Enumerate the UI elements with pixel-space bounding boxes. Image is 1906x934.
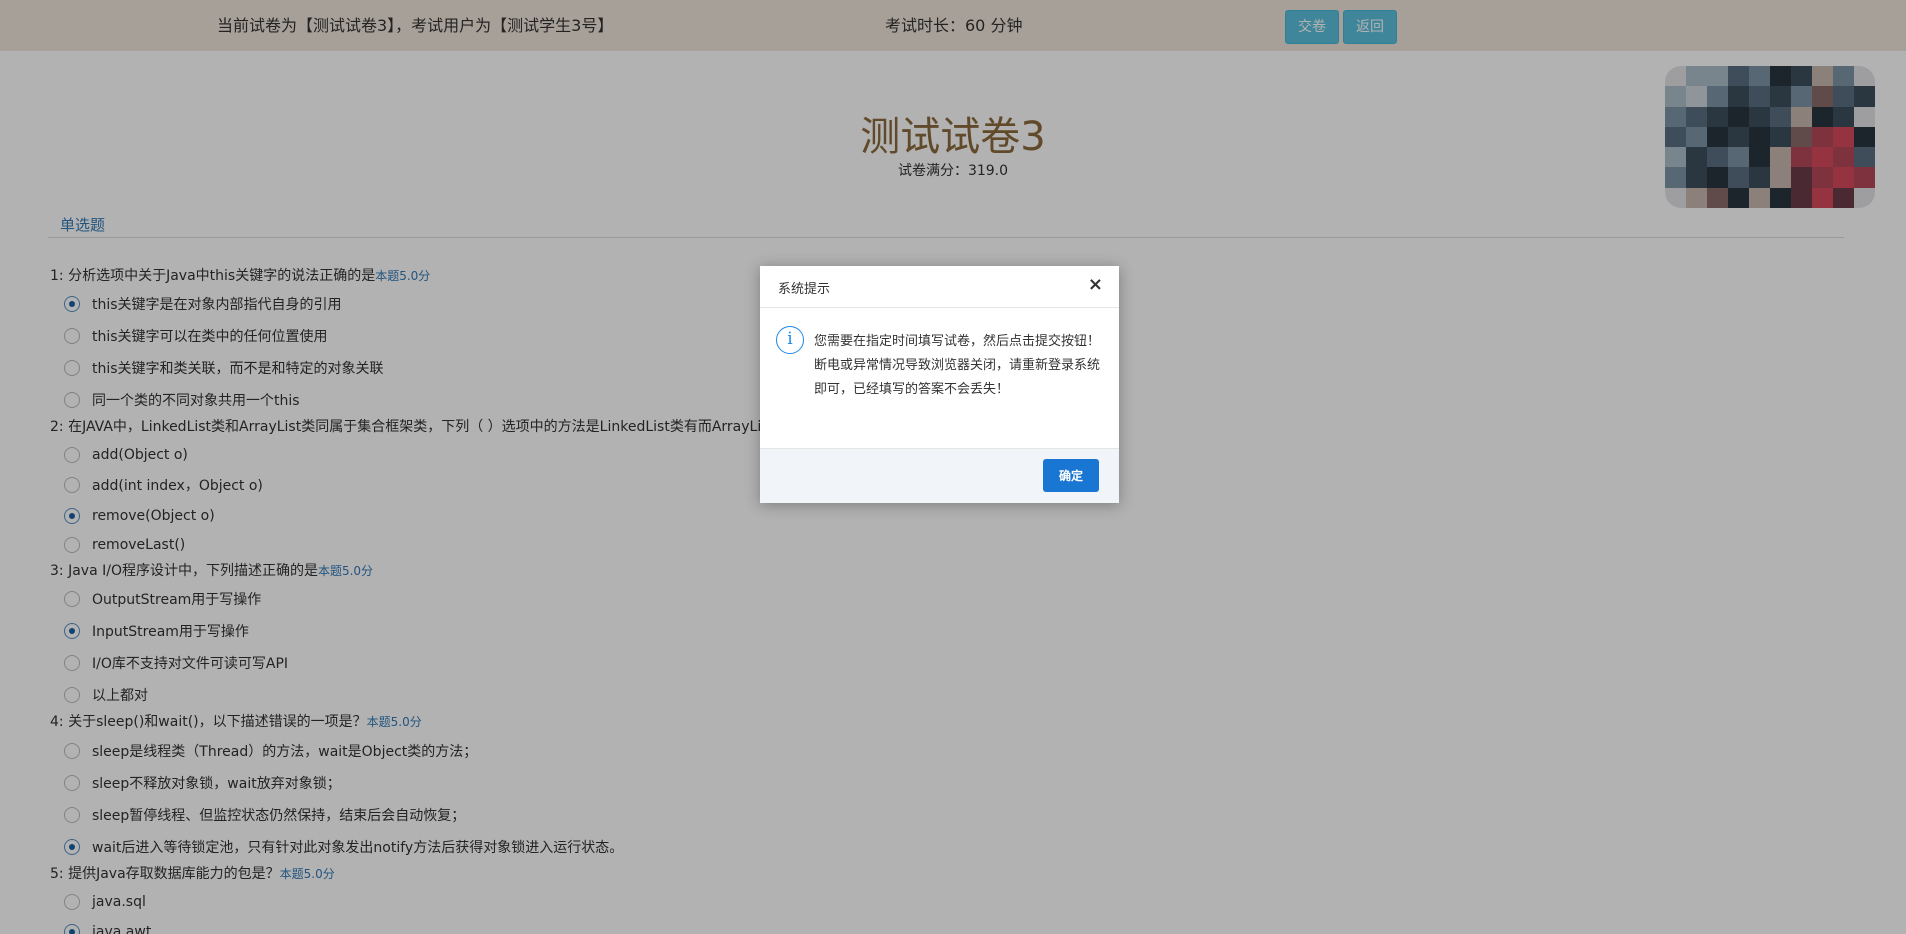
confirm-button[interactable]: 确定 bbox=[1043, 459, 1099, 492]
dialog-message-line-2: 断电或异常情况导致浏览器关闭，请重新登录系统即可，已经填写的答案不会丢失！ bbox=[814, 358, 1101, 397]
exam-page: 当前试卷为【测试试卷3】，考试用户为【测试学生3号】 考试时长：60 分钟 交卷… bbox=[0, 0, 1906, 934]
dialog-footer: 确定 bbox=[760, 448, 1119, 503]
info-icon: i bbox=[776, 326, 804, 354]
dialog-title: 系统提示 bbox=[778, 282, 831, 297]
close-icon[interactable]: × bbox=[1088, 276, 1103, 294]
dialog-message-line-1: 您需要在指定时间填写试卷，然后点击提交按钮！ bbox=[814, 334, 1101, 349]
dialog-header: 系统提示 × bbox=[760, 266, 1119, 308]
dialog-message: 您需要在指定时间填写试卷，然后点击提交按钮！ 断电或异常情况导致浏览器关闭，请重… bbox=[814, 330, 1104, 402]
dialog-body: i 您需要在指定时间填写试卷，然后点击提交按钮！ 断电或异常情况导致浏览器关闭，… bbox=[760, 308, 1119, 443]
system-prompt-dialog: 系统提示 × i 您需要在指定时间填写试卷，然后点击提交按钮！ 断电或异常情况导… bbox=[760, 266, 1119, 503]
